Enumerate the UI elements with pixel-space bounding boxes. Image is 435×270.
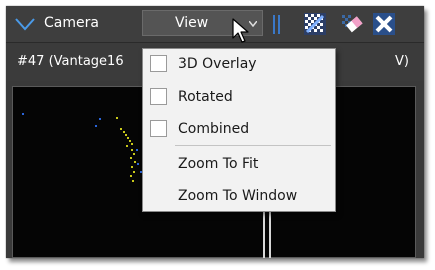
dropdown-arrow-icon xyxy=(249,21,257,27)
data-point xyxy=(123,131,125,133)
data-point xyxy=(99,118,101,120)
menu-item-zoom-to-window[interactable]: Zoom To Window xyxy=(143,181,335,211)
data-point xyxy=(129,140,131,142)
eraser-icon[interactable] xyxy=(341,12,365,36)
data-point xyxy=(130,157,132,159)
data-point xyxy=(131,166,133,168)
menu-item-label: 3D Overlay xyxy=(178,56,257,72)
data-point xyxy=(126,145,128,147)
data-point xyxy=(120,128,122,130)
data-point xyxy=(137,163,139,165)
menu-item-rotated[interactable]: Rotated xyxy=(143,82,335,112)
menu-divider xyxy=(175,145,331,146)
checkbox-combined[interactable] xyxy=(150,120,167,137)
menu-item-label: Rotated xyxy=(178,89,233,105)
data-point xyxy=(95,125,97,127)
panel-title-tail: V) xyxy=(395,54,409,69)
data-point xyxy=(22,113,24,115)
close-icon[interactable] xyxy=(372,12,396,36)
data-point xyxy=(116,117,118,119)
panel-title: #47 (Vantage16 xyxy=(17,54,124,69)
menu-item-label: Zoom To Fit xyxy=(178,156,259,172)
camera-label[interactable]: Camera xyxy=(44,15,99,31)
data-point xyxy=(130,175,132,177)
menu-item-label: Zoom To Window xyxy=(178,188,298,204)
data-point xyxy=(131,149,133,151)
toolbar-separator xyxy=(273,15,275,34)
view-dropdown-menu: 3D Overlay Rotated Combined Zoom To Fit … xyxy=(142,48,336,212)
data-point xyxy=(127,137,129,139)
grid-toggle-icon[interactable] xyxy=(303,12,327,36)
toolbar-separator xyxy=(278,15,280,34)
data-point xyxy=(133,153,135,155)
view-label: View xyxy=(175,15,209,31)
data-point xyxy=(133,171,135,173)
data-point xyxy=(131,143,133,145)
data-point xyxy=(136,149,138,151)
menu-item-combined[interactable]: Combined xyxy=(143,114,335,144)
checkbox-rotated[interactable] xyxy=(150,88,167,105)
data-point xyxy=(132,180,134,182)
checkbox-3d-overlay[interactable] xyxy=(150,55,167,72)
menu-item-label: Combined xyxy=(178,121,250,137)
chevron-down-icon[interactable] xyxy=(15,17,35,31)
menu-item-zoom-to-fit[interactable]: Zoom To Fit xyxy=(143,149,335,179)
data-point xyxy=(134,161,136,163)
mouse-cursor-icon xyxy=(232,18,249,43)
menu-item-3d-overlay[interactable]: 3D Overlay xyxy=(143,49,335,79)
toolbar: Camera View xyxy=(6,6,424,43)
data-point xyxy=(125,134,127,136)
